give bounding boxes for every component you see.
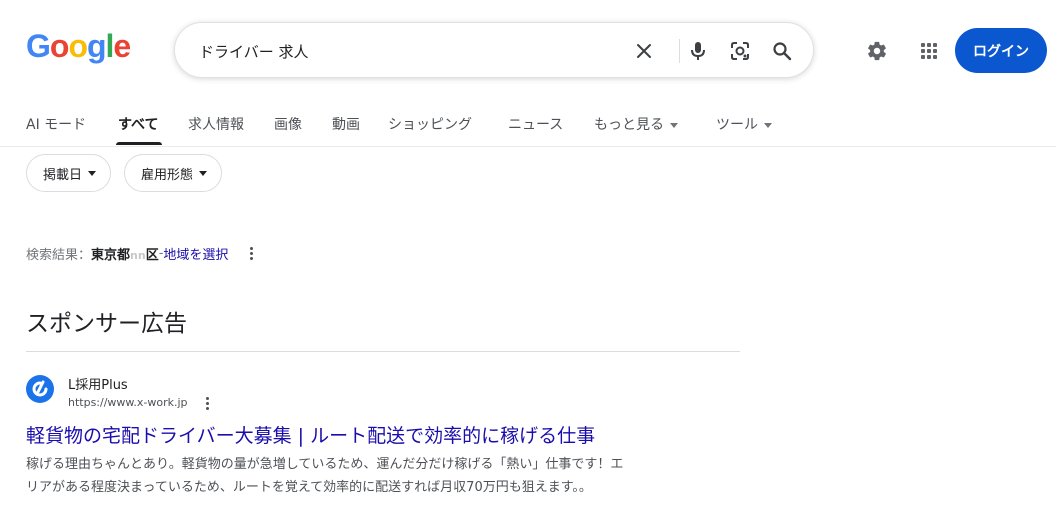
filter-chip-employment-type[interactable]: 雇用形態 bbox=[124, 154, 223, 192]
location-prefix: 検索結果： bbox=[26, 248, 92, 263]
chip-label: 雇用形態 bbox=[141, 167, 194, 183]
site-favicon[interactable] bbox=[26, 375, 54, 403]
search-icon[interactable] bbox=[769, 38, 795, 64]
chip-label: 掲載日 bbox=[43, 167, 83, 183]
ad-description: 稼げる理由ちゃんとあり。軽貨物の量が急増しているため、運んだ分だけ稼げる「熱い」… bbox=[26, 453, 756, 499]
close-icon[interactable] bbox=[631, 38, 657, 64]
filter-chip-posted-date[interactable]: 掲載日 bbox=[26, 154, 112, 192]
tab-ai-mode[interactable]: AI モード bbox=[26, 114, 86, 134]
tab-images[interactable]: 画像 bbox=[274, 114, 302, 134]
choose-area-link[interactable]: 地域を選択 bbox=[163, 244, 228, 263]
ad-title-link[interactable]: 軽貨物の宅配ドライバー大募集 | ルート配送で効率的に稼げる仕事 bbox=[26, 421, 595, 448]
logo-letter: o bbox=[68, 28, 88, 64]
tab-jobs[interactable]: 求人情報 bbox=[188, 114, 244, 134]
sponsored-heading: スポンサー広告 bbox=[26, 311, 187, 337]
ad-site-name[interactable]: L採用Plus bbox=[68, 374, 128, 393]
search-box bbox=[174, 22, 814, 78]
tab-news[interactable]: ニュース bbox=[508, 114, 563, 134]
section-divider bbox=[26, 351, 740, 352]
tab-tools-label: ツール bbox=[716, 117, 758, 133]
active-tab-indicator bbox=[116, 142, 162, 145]
tab-shopping[interactable]: ショッピング bbox=[388, 114, 472, 134]
google-logo[interactable]: Google bbox=[26, 28, 131, 65]
logo-letter: g bbox=[86, 28, 107, 64]
tab-tools[interactable]: ツール bbox=[716, 114, 772, 134]
ad-description-line: リアがある程度決まっているため、ルートを覚えて効率的に配送すれば月収70万円も狙… bbox=[26, 480, 592, 495]
location-ward: 区 bbox=[145, 248, 159, 263]
location-place: 東京都nn区 bbox=[91, 244, 159, 263]
search-divider bbox=[679, 39, 680, 63]
logo-letter: o bbox=[49, 28, 70, 64]
tab-videos[interactable]: 動画 bbox=[332, 114, 360, 134]
location-prefecture: 東京都 bbox=[91, 248, 131, 263]
chevron-down-icon bbox=[764, 122, 772, 128]
chevron-down-icon bbox=[88, 170, 97, 176]
location-line: 検索結果： 東京都nn区 - 地域を選択 bbox=[26, 244, 254, 263]
apps-grid-icon[interactable] bbox=[914, 36, 944, 66]
login-button[interactable]: ログイン bbox=[955, 28, 1047, 73]
more-options-icon[interactable] bbox=[250, 247, 254, 260]
ad-url[interactable]: https://www.x-work.jp bbox=[68, 396, 188, 409]
logo-letter: G bbox=[26, 28, 51, 64]
gear-icon[interactable] bbox=[862, 36, 892, 66]
chevron-down-icon bbox=[199, 170, 208, 176]
logo-letter: e bbox=[113, 28, 131, 64]
camera-lens-icon[interactable] bbox=[727, 38, 753, 64]
search-tabs: AI モード すべて 求人情報 画像 動画 ショッピング ニュース もっと見る … bbox=[0, 100, 1056, 147]
location-redacted: nn bbox=[130, 249, 146, 262]
tab-more-label: もっと見る bbox=[594, 117, 664, 133]
tab-more[interactable]: もっと見る bbox=[594, 114, 678, 134]
chevron-down-icon bbox=[670, 122, 678, 128]
tab-all[interactable]: すべて bbox=[118, 114, 158, 134]
more-options-icon[interactable] bbox=[206, 397, 209, 410]
ad-description-line: 稼げる理由ちゃんとあり。軽貨物の量が急増しているため、運んだ分だけ稼げる「熱い」… bbox=[26, 457, 624, 472]
microphone-icon[interactable] bbox=[685, 38, 711, 64]
search-input[interactable] bbox=[197, 37, 621, 65]
